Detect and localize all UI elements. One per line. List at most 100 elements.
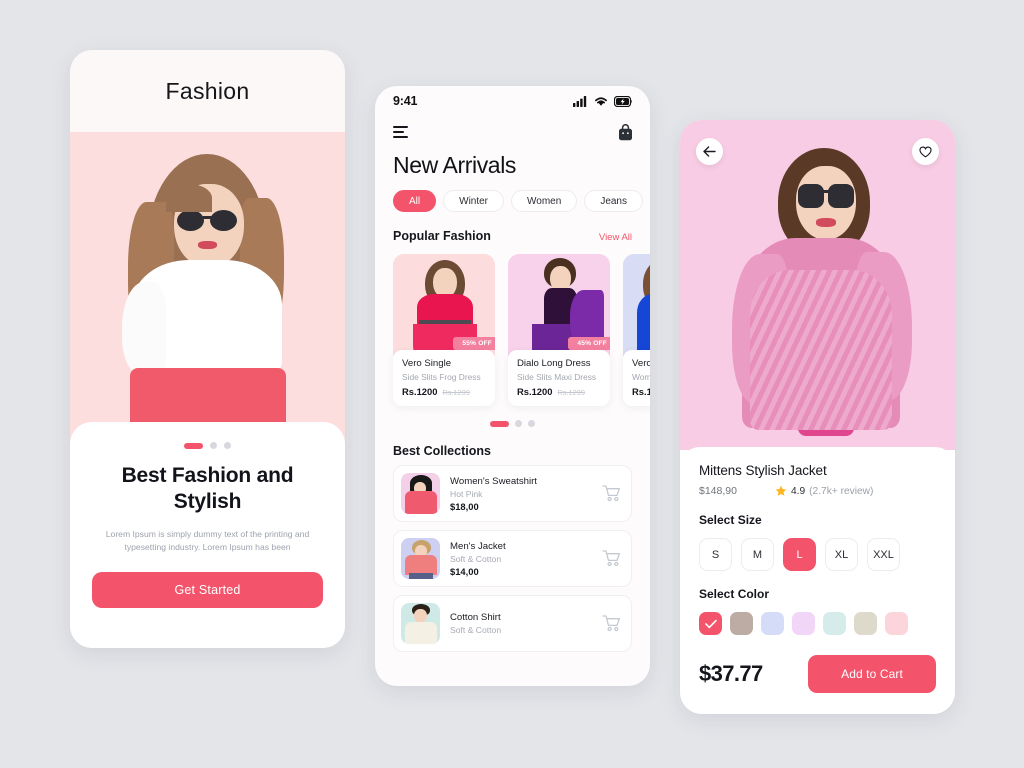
- screenshot-canvas: Fashion Best Fashion and Stylish Lorem I…: [0, 0, 1024, 768]
- color-option-light-pink[interactable]: [885, 612, 908, 635]
- select-size-label: Select Size: [699, 513, 762, 527]
- product-desc: Side Slits Maxi Dress: [517, 372, 597, 382]
- list-item[interactable]: Cotton Shirt Soft & Cotton: [393, 595, 632, 652]
- product-rating: 4.9 (2.7k+ review): [775, 485, 873, 497]
- size-selector[interactable]: S M L XL XXL: [699, 538, 936, 571]
- popular-fashion-carousel[interactable]: 55% OFF Vero Single Side Slits Frog Dres…: [375, 243, 650, 406]
- product-price: Rs.1200: [517, 386, 553, 397]
- product-old-price: Rs.1299: [557, 388, 585, 397]
- product-card[interactable]: 55% OFF Vero Single Side Slits Frog Dres…: [393, 254, 495, 406]
- product-name: Dialo Long Dress: [517, 358, 591, 369]
- product-desc: Wom: [632, 372, 650, 382]
- color-option-lavender[interactable]: [792, 612, 815, 635]
- cart-icon[interactable]: [602, 550, 621, 567]
- size-option-xl[interactable]: XL: [825, 538, 858, 571]
- collection-text: Women's Sweatshirt Hot Pink $18,00: [450, 476, 592, 512]
- carousel-dot[interactable]: [515, 420, 522, 427]
- collection-name: Women's Sweatshirt: [450, 475, 537, 487]
- size-option-xxl[interactable]: XXL: [867, 538, 900, 571]
- product-prices: Rs.1200 Rs.1299: [517, 386, 601, 397]
- best-collections-list: Women's Sweatshirt Hot Pink $18,00 Men's…: [375, 458, 650, 652]
- section-title-collections: Best Collections: [393, 444, 491, 458]
- star-icon: [775, 485, 787, 496]
- color-option-beige[interactable]: [854, 612, 877, 635]
- product-desc: Side Slits Frog Dress: [402, 372, 481, 382]
- collection-thumbnail: [401, 603, 440, 644]
- product-old-price: Rs.1299: [442, 388, 470, 397]
- product-meta: $148,90 4.9 (2.7k+ review): [699, 485, 936, 497]
- model-illustration: [70, 132, 345, 450]
- collection-desc: Hot Pink: [450, 488, 483, 499]
- color-option-taupe[interactable]: [730, 612, 753, 635]
- back-button[interactable]: [696, 138, 723, 165]
- collection-thumbnail: [401, 538, 440, 579]
- category-chip-jeans[interactable]: Jeans: [584, 190, 643, 212]
- category-chip-row[interactable]: All Winter Women Jeans: [375, 179, 650, 212]
- discount-badge: 55% OFF: [453, 337, 495, 350]
- product-name: Vero Single: [402, 358, 452, 369]
- checkout-bar: $37.77 Add to Cart: [699, 655, 936, 693]
- product-info: Vero Single Side Slits Frog Dress Rs.120…: [393, 350, 495, 406]
- onboarding-carousel-dots[interactable]: [92, 442, 323, 449]
- onboarding-headline: Best Fashion and Stylish: [121, 464, 294, 514]
- phone-screen-product-detail: Mittens Stylish Jacket $148,90 4.9 (2.7k…: [680, 120, 955, 714]
- collection-text: Men's Jacket Soft & Cotton $14,00: [450, 541, 592, 577]
- favorite-button[interactable]: [912, 138, 939, 165]
- size-option-m[interactable]: M: [741, 538, 774, 571]
- product-title: Mittens Stylish Jacket: [699, 463, 827, 478]
- product-prices: Rs.12: [632, 386, 650, 397]
- size-option-l[interactable]: L: [783, 538, 816, 571]
- home-top-nav: [375, 116, 650, 148]
- color-option-mint[interactable]: [823, 612, 846, 635]
- phone-screen-onboarding: Fashion Best Fashion and Stylish Lorem I…: [70, 50, 345, 648]
- carousel-dot-active[interactable]: [184, 442, 203, 449]
- product-price: $148,90: [699, 485, 737, 497]
- carousel-dot[interactable]: [224, 442, 231, 449]
- onboarding-subtext: Lorem Ipsum is simply dummy text of the …: [105, 528, 310, 552]
- app-title: Fashion: [165, 77, 250, 104]
- battery-charging-icon: [614, 95, 633, 107]
- color-option-light-blue[interactable]: [761, 612, 784, 635]
- add-to-cart-button[interactable]: Add to Cart: [808, 655, 936, 693]
- shopping-bag-icon[interactable]: [618, 123, 633, 141]
- product-info: Dialo Long Dress Side Slits Maxi Dress R…: [508, 350, 610, 406]
- carousel-dot[interactable]: [528, 420, 535, 427]
- product-hero-image: [680, 120, 955, 450]
- color-option-pink-selected[interactable]: [699, 612, 722, 635]
- product-card[interactable]: Vero Wom Rs.12: [623, 254, 650, 406]
- page-title: New Arrivals: [393, 152, 517, 178]
- back-arrow-icon: [703, 146, 716, 157]
- check-icon: [704, 619, 717, 628]
- view-all-link[interactable]: View All: [599, 232, 632, 243]
- color-selector[interactable]: [699, 612, 936, 635]
- total-price: $37.77: [699, 661, 763, 686]
- onboarding-hero-image: [70, 132, 345, 450]
- popular-carousel-dots[interactable]: [375, 420, 650, 427]
- best-collections-header: Best Collections: [375, 427, 650, 458]
- rating-value: 4.9: [790, 485, 806, 497]
- phone-screen-home: 9:41 New Arrivals All Winter Women Jeans…: [375, 86, 650, 686]
- product-name: Vero: [632, 358, 650, 369]
- model-illustration: [680, 120, 955, 450]
- category-chip-winter[interactable]: Winter: [443, 190, 505, 212]
- select-color-label: Select Color: [699, 587, 770, 601]
- product-detail-card: Mittens Stylish Jacket $148,90 4.9 (2.7k…: [680, 447, 955, 714]
- product-card[interactable]: 45% OFF Dialo Long Dress Side Slits Maxi…: [508, 254, 610, 406]
- carousel-dot-active[interactable]: [490, 420, 509, 427]
- cart-icon[interactable]: [602, 485, 621, 502]
- heart-outline-icon: [919, 146, 932, 157]
- status-icons: [573, 95, 633, 107]
- product-price: Rs.12: [632, 386, 650, 397]
- list-item[interactable]: Women's Sweatshirt Hot Pink $18,00: [393, 465, 632, 522]
- get-started-button[interactable]: Get Started: [92, 572, 323, 609]
- size-option-s[interactable]: S: [699, 538, 732, 571]
- collection-thumbnail: [401, 473, 440, 514]
- category-chip-women[interactable]: Women: [511, 190, 578, 212]
- list-item[interactable]: Men's Jacket Soft & Cotton $14,00: [393, 530, 632, 587]
- carousel-dot[interactable]: [210, 442, 217, 449]
- status-time: 9:41: [393, 94, 418, 108]
- signal-bars-icon: [573, 95, 587, 107]
- hamburger-menu-icon[interactable]: [393, 126, 408, 138]
- category-chip-all[interactable]: All: [393, 190, 437, 212]
- cart-icon[interactable]: [602, 615, 621, 632]
